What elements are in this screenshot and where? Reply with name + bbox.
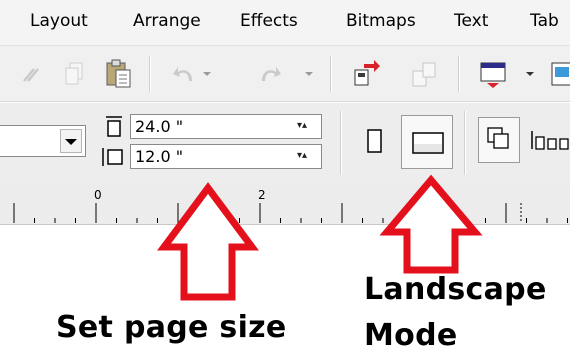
- landscape-mode-arrow: [379, 174, 483, 274]
- landscape-label-line2: Mode: [364, 318, 458, 353]
- set-page-size-arrow: [157, 182, 259, 301]
- set-page-size-label: Set page size: [56, 310, 287, 345]
- landscape-label-line1: Landscape: [364, 272, 547, 307]
